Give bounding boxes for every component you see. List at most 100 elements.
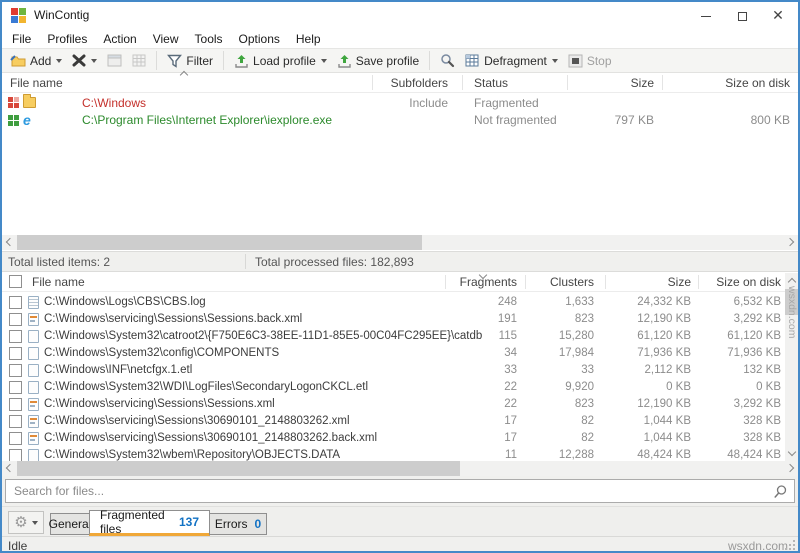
column-divider[interactable]	[605, 275, 606, 289]
row-checkbox[interactable]	[9, 364, 22, 377]
scroll-right-icon[interactable]	[785, 463, 795, 473]
top-horizontal-scrollbar[interactable]	[2, 235, 798, 250]
column-size[interactable]: Size	[568, 76, 654, 90]
clusters-value: 823	[574, 313, 594, 325]
menu-help[interactable]: Help	[288, 32, 329, 46]
column-divider[interactable]	[372, 75, 373, 90]
column-size-on-disk[interactable]: Size on disk	[662, 76, 790, 90]
toolbar: Add Filter Load profile Save profile Def…	[2, 48, 798, 73]
file-path: C:\Windows\System32\catroot2\{F750E6C3-3…	[44, 330, 483, 342]
table-row[interactable]: C:\Windows\System32\catroot2\{F750E6C3-3…	[2, 328, 798, 345]
xml-file-icon	[28, 415, 39, 428]
xml-file-icon	[28, 313, 39, 326]
table-row[interactable]: C:\Windows\servicing\Sessions\30690101_2…	[2, 413, 798, 430]
properties-button[interactable]	[103, 52, 126, 69]
table-row[interactable]: C:\Windows\servicing\Sessions\Sessions.b…	[2, 311, 798, 328]
row-checkbox[interactable]	[9, 415, 22, 428]
scrollbar-thumb[interactable]	[17, 461, 460, 476]
column-divider[interactable]	[462, 75, 463, 90]
menu-action[interactable]: Action	[95, 32, 144, 46]
remove-button[interactable]	[68, 52, 101, 69]
tab-fragmented-files[interactable]: Fragmented files 137	[89, 508, 210, 536]
menu-profiles[interactable]: Profiles	[39, 32, 95, 46]
column-divider[interactable]	[698, 275, 699, 289]
toolbar-separator	[156, 51, 158, 70]
table-row[interactable]: C:\Windows\servicing\Sessions\30690101_2…	[2, 430, 798, 447]
scroll-left-icon[interactable]	[5, 463, 15, 473]
menu-file[interactable]: File	[4, 32, 39, 46]
scroll-up-icon[interactable]	[787, 277, 797, 287]
defragment-button[interactable]: Defragment	[461, 52, 562, 70]
column-divider[interactable]	[662, 75, 663, 90]
scrollbar-thumb[interactable]	[17, 235, 422, 250]
column-divider[interactable]	[567, 75, 568, 90]
size-value: 0 KB	[666, 381, 691, 393]
list-item[interactable]: e C:\Program Files\Internet Explorer\iex…	[2, 112, 798, 129]
column-clusters[interactable]: Clusters	[525, 275, 594, 289]
table-row[interactable]: C:\Windows\INF\netcfgx.1.etl 33 33 2,112 KB…	[2, 362, 798, 379]
settings-dropdown-caret[interactable]	[31, 520, 38, 525]
save-profile-button[interactable]: Save profile	[333, 52, 423, 70]
row-checkbox[interactable]	[9, 381, 22, 394]
column-divider[interactable]	[525, 275, 526, 289]
search-icon[interactable]	[773, 484, 788, 499]
status-bar: Idle wsxdn.com	[2, 536, 798, 553]
column-size-on-disk[interactable]: Size on disk	[695, 275, 781, 289]
scroll-left-icon[interactable]	[5, 237, 15, 247]
table-row[interactable]: C:\Windows\Logs\CBS\CBS.log 248 1,633 24,33…	[2, 294, 798, 311]
row-checkbox[interactable]	[9, 296, 22, 309]
menu-view[interactable]: View	[145, 32, 187, 46]
table-row[interactable]: C:\Windows\servicing\Sessions\Sessions.x…	[2, 396, 798, 413]
column-file-name[interactable]: File name	[32, 275, 85, 289]
bottom-horizontal-scrollbar[interactable]	[2, 461, 798, 476]
list-item[interactable]: C:\Windows Include Fragmented	[2, 94, 798, 112]
scroll-down-icon[interactable]	[787, 447, 797, 457]
file-path: C:\Windows\System32\config\COMPONENTS	[44, 347, 280, 359]
select-all-checkbox[interactable]	[9, 275, 22, 288]
row-checkbox[interactable]	[9, 432, 22, 445]
menu-options[interactable]: Options	[231, 32, 288, 46]
column-status[interactable]: Status	[474, 76, 508, 90]
column-file-name[interactable]: File name	[10, 76, 63, 90]
minimize-button[interactable]	[690, 4, 722, 27]
defragment-dropdown-caret[interactable]	[551, 58, 558, 63]
scroll-right-icon[interactable]	[785, 237, 795, 247]
size-on-disk-value: 0 KB	[756, 381, 781, 393]
menu-tools[interactable]: Tools	[187, 32, 231, 46]
log-file-icon	[28, 296, 39, 309]
add-dropdown-caret[interactable]	[56, 58, 63, 63]
search-area	[2, 476, 798, 506]
tab-general[interactable]: General	[49, 513, 91, 535]
row-checkbox[interactable]	[9, 347, 22, 360]
search-box[interactable]	[5, 479, 795, 503]
add-button[interactable]: Add	[6, 52, 66, 70]
fragmented-files-count: 137	[178, 515, 199, 529]
remove-dropdown-caret[interactable]	[91, 58, 98, 63]
row-checkbox[interactable]	[9, 330, 22, 343]
size-on-disk-value: 6,532 KB	[733, 296, 781, 308]
column-subfolders[interactable]: Subfolders	[372, 76, 448, 90]
stop-button[interactable]: Stop	[564, 52, 616, 70]
column-size[interactable]: Size	[602, 275, 691, 289]
table-row[interactable]: C:\Windows\System32\WDI\LogFiles\Seconda…	[2, 379, 798, 396]
size-on-disk-value: 328 KB	[743, 415, 781, 427]
toolbar-separator	[223, 51, 225, 70]
maximize-button[interactable]	[726, 4, 758, 27]
column-divider[interactable]	[445, 275, 446, 289]
size-value: 1,044 KB	[643, 415, 691, 427]
close-button[interactable]: ✕	[762, 4, 794, 27]
load-profile-button[interactable]: Load profile	[230, 52, 331, 70]
analyze-button[interactable]	[436, 51, 459, 70]
watermark: wsxdn.com	[727, 539, 788, 553]
search-input[interactable]	[12, 482, 752, 500]
row-checkbox[interactable]	[9, 313, 22, 326]
row-checkbox[interactable]	[9, 398, 22, 411]
load-profile-dropdown-caret[interactable]	[320, 58, 327, 63]
resize-grip[interactable]	[793, 548, 795, 550]
tab-errors[interactable]: Errors 0	[209, 513, 267, 535]
table-row[interactable]: C:\Windows\System32\config\COMPONENTS 34 1…	[2, 345, 798, 362]
column-fragments[interactable]: Fragments	[445, 275, 517, 289]
settings-button[interactable]: ⚙	[8, 511, 44, 534]
filter-button[interactable]: Filter	[163, 52, 217, 70]
layout-button[interactable]	[128, 52, 150, 69]
